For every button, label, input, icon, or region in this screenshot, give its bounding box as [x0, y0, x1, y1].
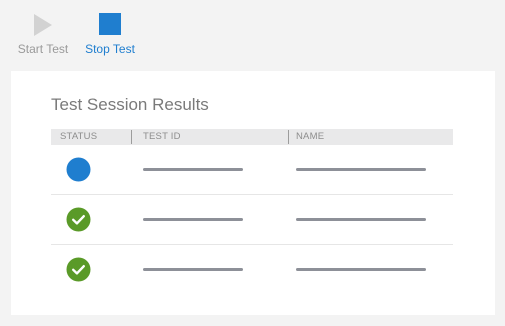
- test-id-placeholder: [143, 218, 243, 221]
- name-placeholder: [296, 218, 426, 221]
- check-circle-icon: [66, 207, 91, 232]
- table-row[interactable]: [51, 145, 453, 195]
- check-circle-icon: [66, 257, 91, 282]
- column-divider[interactable]: [131, 130, 132, 144]
- results-table: STATUS TEST ID NAME: [51, 129, 453, 294]
- status-passed-indicator: [66, 207, 91, 232]
- column-divider[interactable]: [288, 130, 289, 144]
- name-placeholder: [296, 268, 426, 271]
- stop-test-button[interactable]: Stop Test: [82, 12, 138, 56]
- panel-title: Test Session Results: [51, 95, 209, 114]
- stop-test-label: Stop Test: [85, 42, 135, 56]
- in-progress-icon: [66, 157, 91, 182]
- toolbar: Start Test Stop Test: [0, 0, 505, 66]
- test-id-placeholder: [143, 168, 243, 171]
- column-header-status: STATUS: [60, 131, 98, 142]
- column-header-name: NAME: [296, 131, 325, 142]
- table-row[interactable]: [51, 245, 453, 294]
- stop-icon: [99, 13, 121, 35]
- test-id-placeholder: [143, 268, 243, 271]
- play-icon: [34, 14, 52, 36]
- table-header: STATUS TEST ID NAME: [51, 129, 453, 145]
- start-test-label: Start Test: [17, 42, 69, 56]
- name-placeholder: [296, 168, 426, 171]
- status-running-indicator: [66, 157, 91, 182]
- column-header-test-id: TEST ID: [143, 131, 181, 142]
- table-row[interactable]: [51, 195, 453, 245]
- start-test-button[interactable]: Start Test: [16, 12, 70, 56]
- status-passed-indicator: [66, 257, 91, 282]
- results-panel: Test Session Results STATUS TEST ID NAME: [11, 71, 495, 315]
